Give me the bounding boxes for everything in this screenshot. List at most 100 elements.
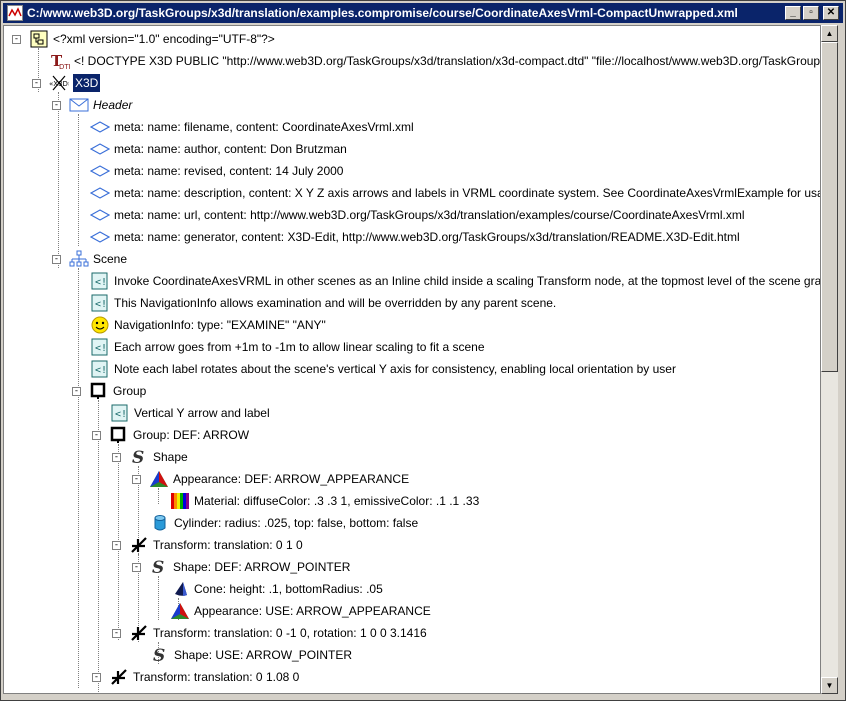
xml-tree-view[interactable]: - <?xml version="1.0" encoding="UTF-8"?>… — [3, 25, 821, 694]
tree-node-cylinder[interactable]: Cylinder: radius: .025, top: false, bott… — [150, 512, 418, 534]
svg-text:S: S — [152, 558, 164, 576]
title-bar[interactable]: C:/www.web3D.org/TaskGroups/x3d/translat… — [3, 3, 843, 23]
svg-text:<!: <! — [95, 299, 107, 310]
tree-node-meta[interactable]: meta: name: revised, content: 14 July 20… — [90, 160, 343, 182]
shape-icon: S — [129, 448, 149, 466]
tree-node-comment[interactable]: <! Note each label rotates about the sce… — [90, 358, 676, 380]
tree-node-cone[interactable]: Cone: height: .1, bottomRadius: .05 — [170, 578, 383, 600]
collapse-toggle[interactable]: - — [92, 430, 101, 440]
node-label: meta: name: revised, content: 14 July 20… — [114, 164, 344, 178]
tree-node-group[interactable]: - Group: DEF: ARROW — [92, 424, 249, 446]
tree-node-shape[interactable]: - S Shape: DEF: ARROW_POINTER — [132, 556, 350, 578]
collapse-toggle[interactable]: - — [52, 100, 61, 110]
tree-node-meta[interactable]: meta: name: url, content: http://www.web… — [90, 204, 745, 226]
tree-node-transform[interactable]: - Transform: translation: 0 -1 0, rotati… — [112, 622, 427, 644]
meta-icon — [90, 118, 110, 136]
tree-node-navigationinfo[interactable]: NavigationInfo: type: "EXAMINE" "ANY" — [90, 314, 326, 336]
tree-node-comment[interactable]: <! Vertical Y arrow and label — [110, 402, 270, 424]
comment-icon: <! — [90, 360, 110, 378]
tree-node-meta[interactable]: meta: name: filename, content: Coordinat… — [90, 116, 414, 138]
tree-node-meta[interactable]: meta: name: description, content: X Y Z … — [90, 182, 820, 204]
comment-icon: <! — [90, 338, 110, 356]
svg-text:DTD: DTD — [59, 63, 70, 70]
tree-node-appearance[interactable]: Appearance: USE: ARROW_APPEARANCE — [170, 600, 431, 622]
node-label: Cylinder: radius: .025, top: false, bott… — [174, 516, 419, 530]
collapse-toggle[interactable]: - — [12, 34, 21, 44]
collapse-toggle[interactable]: - — [132, 562, 141, 572]
collapse-toggle[interactable]: - — [72, 386, 81, 396]
collapse-toggle[interactable]: - — [92, 672, 101, 682]
tree-node-meta[interactable]: meta: name: author, content: Don Brutzma… — [90, 138, 347, 160]
transform-icon — [109, 668, 129, 686]
comment-icon: <! — [90, 294, 110, 312]
tree-node-transform[interactable]: - Transform: translation: 0 1.08 0 — [92, 666, 299, 688]
tree-node-shape[interactable]: S Shape: USE: ARROW_POINTER — [150, 644, 352, 666]
tree-node-comment[interactable]: <! This NavigationInfo allows examinatio… — [90, 292, 556, 314]
collapse-toggle[interactable]: - — [112, 628, 121, 638]
node-label: Note each label rotates about the scene'… — [114, 362, 676, 376]
tree-node-transform[interactable]: - Transform: translation: 0 1 0 — [112, 534, 303, 556]
shape-icon: S — [150, 646, 170, 664]
tree-node-shape[interactable]: - S Shape — [112, 446, 188, 468]
collapse-toggle[interactable]: - — [52, 254, 61, 264]
tree-node-header[interactable]: - Header — [52, 94, 132, 116]
node-label: meta: name: url, content: http://www.web… — [114, 208, 745, 222]
meta-icon — [90, 228, 110, 246]
shape-icon: S — [149, 558, 169, 576]
scroll-down-button[interactable]: ▼ — [821, 677, 838, 694]
node-label: Shape: DEF: ARROW_POINTER — [173, 560, 351, 574]
scroll-thumb[interactable] — [821, 42, 838, 372]
comment-icon: <! — [110, 404, 130, 422]
node-label: meta: name: author, content: Don Brutzma… — [114, 142, 347, 156]
tree-node-comment[interactable]: <! Each arrow goes from +1m to -1m to al… — [90, 336, 485, 358]
svg-text:S: S — [153, 646, 165, 664]
node-label: Material: diffuseColor: .3 .3 1, emissiv… — [194, 494, 480, 508]
meta-icon — [90, 184, 110, 202]
transform-icon — [129, 624, 149, 642]
svg-text:<!: <! — [95, 277, 107, 288]
transform-icon — [129, 536, 149, 554]
tree-node-appearance[interactable]: - Appearance: DEF: ARROW_APPEARANCE — [132, 468, 409, 490]
smiley-icon — [90, 316, 110, 334]
tree-node-comment[interactable]: <! Invoke CoordinateAxesVRML in other sc… — [90, 270, 820, 292]
minimize-button[interactable]: _ — [785, 6, 801, 20]
tree-node-xml-declaration[interactable]: - <?xml version="1.0" encoding="UTF-8"?> — [12, 28, 275, 50]
scene-icon — [69, 250, 89, 268]
group-icon — [109, 426, 129, 444]
node-label: Transform: translation: 0 1.08 0 — [133, 670, 300, 684]
tree-node-scene[interactable]: - Scene — [52, 248, 127, 270]
app-window: C:/www.web3D.org/TaskGroups/x3d/translat… — [0, 0, 846, 701]
tree-node-group[interactable]: - Group — [72, 380, 146, 402]
node-label: Transform: translation: 0 1 0 — [153, 538, 303, 552]
header-icon — [69, 96, 89, 114]
maximize-button[interactable]: ▫ — [803, 6, 819, 20]
node-label: Transform: translation: 0 -1 0, rotation… — [153, 626, 427, 640]
node-label: Header — [93, 98, 133, 112]
node-label: Scene — [93, 252, 128, 266]
tree-node-meta[interactable]: meta: name: generator, content: X3D-Edit… — [90, 226, 740, 248]
collapse-toggle[interactable]: - — [112, 452, 121, 462]
window-title: C:/www.web3D.org/TaskGroups/x3d/translat… — [27, 6, 738, 20]
vertical-scrollbar[interactable]: ▲ ▼ — [821, 25, 838, 694]
collapse-toggle[interactable]: - — [112, 540, 121, 550]
scroll-up-button[interactable]: ▲ — [821, 25, 838, 42]
meta-icon — [90, 206, 110, 224]
cone-icon — [170, 580, 190, 598]
tree-node-x3d[interactable]: - «X3D» X3D — [32, 72, 101, 94]
comment-icon: <! — [90, 272, 110, 290]
node-label: meta: name: generator, content: X3D-Edit… — [114, 230, 740, 244]
close-button[interactable]: ✕ — [823, 6, 839, 20]
svg-text:<!: <! — [95, 343, 107, 354]
xml-declaration-icon — [29, 30, 49, 48]
node-label: Shape: USE: ARROW_POINTER — [174, 648, 353, 662]
node-label: This NavigationInfo allows examination a… — [114, 296, 557, 310]
collapse-toggle[interactable]: - — [132, 474, 141, 484]
node-label: NavigationInfo: type: "EXAMINE" "ANY" — [114, 318, 326, 332]
tree-node-doctype[interactable]: TDTD <! DOCTYPE X3D PUBLIC "http://www.w… — [50, 50, 820, 72]
app-icon — [7, 5, 23, 21]
node-label: Vertical Y arrow and label — [134, 406, 270, 420]
tree-node-material[interactable]: Material: diffuseColor: .3 .3 1, emissiv… — [170, 490, 479, 512]
node-label: Each arrow goes from +1m to -1m to allow… — [114, 340, 485, 354]
node-label: Appearance: USE: ARROW_APPEARANCE — [194, 604, 431, 618]
collapse-toggle[interactable]: - — [32, 78, 41, 88]
